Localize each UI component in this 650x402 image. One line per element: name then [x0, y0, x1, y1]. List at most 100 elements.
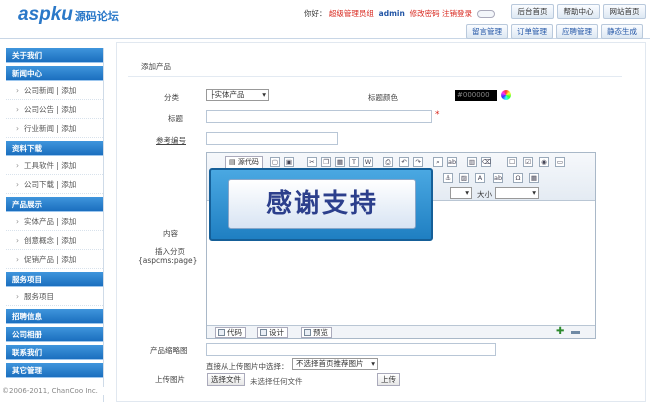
pagebreak-code: {aspcms:page}	[138, 256, 198, 265]
find-icon[interactable]: ⌕	[433, 157, 443, 167]
admin-home-button[interactable]: 后台首页	[511, 4, 554, 19]
thumb-input[interactable]	[206, 343, 496, 356]
sidebar-item-company-download[interactable]: 公司下载 | 添加	[6, 175, 103, 194]
sidebar-services[interactable]: 服务项目	[6, 272, 103, 287]
textfield-icon[interactable]: ▭	[555, 157, 565, 167]
bg-color-icon[interactable]: ab	[493, 173, 503, 183]
sub-nav: 留言管理 订单管理 应聘管理 静态生成	[466, 24, 643, 39]
paste-icon[interactable]: ▦	[335, 157, 345, 167]
site-home-button[interactable]: 网站首页	[603, 4, 646, 19]
help-center-button[interactable]: 帮助中心	[557, 4, 600, 19]
preview-icon	[304, 329, 311, 336]
change-password-link[interactable]: 修改密码	[410, 9, 440, 18]
tab-code-label: 代码	[227, 328, 242, 337]
job-apply-button[interactable]: 应聘管理	[556, 24, 598, 39]
title-input[interactable]	[206, 110, 432, 123]
image-icon[interactable]: ▨	[459, 173, 469, 183]
sidebar-item-service[interactable]: 服务项目	[6, 287, 103, 306]
user-name: admin	[378, 9, 405, 18]
logout-link[interactable]: 注销登录	[442, 9, 472, 18]
sidebar-news[interactable]: 新闻中心	[6, 66, 103, 81]
color-wheel-icon[interactable]	[501, 90, 511, 100]
table-icon[interactable]: ▦	[529, 173, 539, 183]
radio-icon[interactable]: ◉	[539, 157, 549, 167]
sidebar-album[interactable]: 公司相册	[6, 327, 103, 342]
sidebar-about[interactable]: 关于我们	[6, 48, 103, 63]
user-role: 超级管理员组	[328, 9, 374, 18]
new-doc-icon[interactable]: ▢	[270, 157, 280, 167]
cut-icon[interactable]: ✂	[307, 157, 317, 167]
required-star: *	[435, 110, 440, 120]
source-icon: ▤	[229, 158, 236, 166]
direct-select[interactable]: 不选择首页推荐图片	[292, 358, 378, 370]
special-char-icon[interactable]: Ω	[513, 173, 523, 183]
editor-mode-bar: 代码 设计 预览 ✚	[207, 325, 595, 338]
sidebar-other[interactable]: 其它管理	[6, 363, 103, 378]
title-color-label: 标题颜色	[368, 93, 398, 102]
sidebar-item-physical-products[interactable]: 实体产品 | 添加	[6, 212, 103, 231]
size-select[interactable]	[495, 187, 539, 199]
sidebar-item-company-notice[interactable]: 公司公告 | 添加	[6, 100, 103, 119]
paste-text-icon[interactable]: T	[349, 157, 359, 167]
user-bar: 你好： 超级管理员组 admin 修改密码 注销登录	[304, 8, 496, 19]
sidebar-item-creative[interactable]: 创意概念 | 添加	[6, 231, 103, 250]
divider	[128, 76, 622, 77]
sidebar-products[interactable]: 产品展示	[6, 197, 103, 212]
thanks-banner-text: 感谢支持	[228, 179, 416, 229]
tab-preview[interactable]: 预览	[301, 327, 332, 338]
copy-icon[interactable]: ❐	[321, 157, 331, 167]
title-color-input[interactable]: #000000	[455, 90, 497, 101]
sidebar-item-industry-news[interactable]: 行业新闻 | 添加	[6, 119, 103, 138]
tab-design-label: 设计	[269, 328, 284, 337]
code-icon	[218, 329, 225, 336]
design-icon	[260, 329, 267, 336]
paste-word-icon[interactable]: W	[363, 157, 373, 167]
thanks-banner: 感谢支持	[209, 168, 433, 241]
font-color-icon[interactable]: A	[475, 173, 485, 183]
static-gen-button[interactable]: 静态生成	[601, 24, 643, 39]
preview-doc-icon[interactable]: ▣	[284, 157, 294, 167]
expand-icon[interactable]: ✚	[556, 327, 565, 337]
ref-label[interactable]: 参考编号	[156, 135, 186, 146]
undo-icon[interactable]: ↶	[399, 157, 409, 167]
message-manage-button[interactable]: 留言管理	[466, 24, 508, 39]
direct-select-label: 直接从上传图片中选择：	[206, 362, 289, 371]
thumb-label: 产品缩略图	[150, 346, 188, 355]
sidebar-download[interactable]: 资料下载	[6, 141, 103, 156]
print-icon[interactable]: ⎙	[383, 157, 393, 167]
sidebar-contact[interactable]: 联系我们	[6, 345, 103, 360]
format-select[interactable]	[450, 187, 472, 199]
remove-format-icon[interactable]: ⌫	[481, 157, 491, 167]
category-select[interactable]: ├实体产品	[206, 89, 269, 101]
tab-code[interactable]: 代码	[215, 327, 246, 338]
ref-input[interactable]	[206, 132, 338, 145]
size-label: 大小	[477, 190, 492, 199]
sidebar-jobs[interactable]: 招聘信息	[6, 309, 103, 324]
select-all-icon[interactable]: ▥	[467, 157, 477, 167]
upload-label: 上传图片	[155, 375, 185, 384]
shrink-icon[interactable]	[571, 331, 580, 334]
page-title: 添加产品	[141, 62, 171, 71]
source-button-label: 源代码	[237, 158, 259, 166]
choose-file-button[interactable]: 选择文件	[207, 373, 245, 386]
category-label: 分类	[164, 93, 179, 102]
upload-button[interactable]: 上传	[377, 373, 400, 386]
sidebar-item-company-news[interactable]: 公司新闻 | 添加	[6, 81, 103, 100]
checkbox-icon[interactable]: ☑	[523, 157, 533, 167]
sidebar: 关于我们 新闻中心 公司新闻 | 添加 公司公告 | 添加 行业新闻 | 添加 …	[6, 48, 104, 402]
order-manage-button[interactable]: 订单管理	[511, 24, 553, 39]
copyright: ©2006-2011, ChanCoo Inc.	[2, 387, 104, 395]
toggle-icon[interactable]	[477, 10, 496, 18]
top-nav: 后台首页 帮助中心 网站首页	[511, 4, 646, 19]
tab-design[interactable]: 设计	[257, 327, 288, 338]
no-file-text: 未选择任何文件	[250, 377, 303, 386]
tab-preview-label: 预览	[313, 328, 328, 337]
sidebar-item-promo[interactable]: 促销产品 | 添加	[6, 250, 103, 269]
form-icon[interactable]: ☐	[507, 157, 517, 167]
content-label: 内容	[163, 229, 178, 238]
replace-icon[interactable]: ab	[447, 157, 457, 167]
greeting-text: 你好：	[304, 9, 327, 18]
anchor-icon[interactable]: ⚓	[443, 173, 453, 183]
sidebar-item-tools[interactable]: 工具软件 | 添加	[6, 156, 103, 175]
redo-icon[interactable]: ↷	[413, 157, 423, 167]
